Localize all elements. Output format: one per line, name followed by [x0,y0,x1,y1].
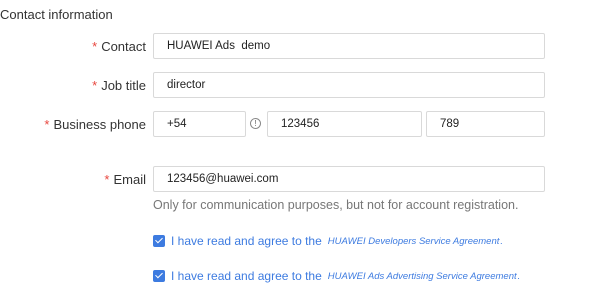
phone-number-input[interactable] [267,111,422,137]
email-input[interactable] [153,166,545,192]
required-asterisk: * [104,172,110,187]
info-circle-icon[interactable]: ! [250,118,261,129]
developers-agreement-row: I have read and agree to the HUAWEI Deve… [153,234,503,248]
job-title-label-text: Job title [101,78,146,93]
email-hint: Only for communication purposes, but not… [153,198,519,212]
section-title: Contact information [0,7,113,22]
business-phone-label-text: Business phone [53,117,146,132]
contact-label-text: Contact [101,39,146,54]
checkbox-checked-icon[interactable] [153,235,165,247]
job-title-label: * Job title [92,78,146,93]
agreement-suffix: . [500,235,504,247]
checkbox-checked-icon[interactable] [153,270,165,282]
agreement-text: I have read and agree to the [171,234,322,248]
developers-agreement-link[interactable]: HUAWEI Developers Service Agreement [328,236,500,247]
email-label: * Email [104,172,146,187]
ads-agreement-row: I have read and agree to the HUAWEI Ads … [153,269,520,283]
required-asterisk: * [92,39,98,54]
required-asterisk: * [44,117,50,132]
phone-extension-input[interactable] [426,111,545,137]
business-phone-label: * Business phone [44,117,146,132]
agreement-text: I have read and agree to the [171,269,322,283]
country-code-input[interactable] [153,111,246,137]
contact-label: * Contact [92,39,146,54]
ads-agreement-link[interactable]: HUAWEI Ads Advertising Service Agreement [328,271,517,282]
email-label-text: Email [113,172,146,187]
contact-input[interactable] [153,33,545,59]
agreement-suffix: . [517,270,521,282]
required-asterisk: * [92,78,98,93]
job-title-input[interactable] [153,72,545,98]
